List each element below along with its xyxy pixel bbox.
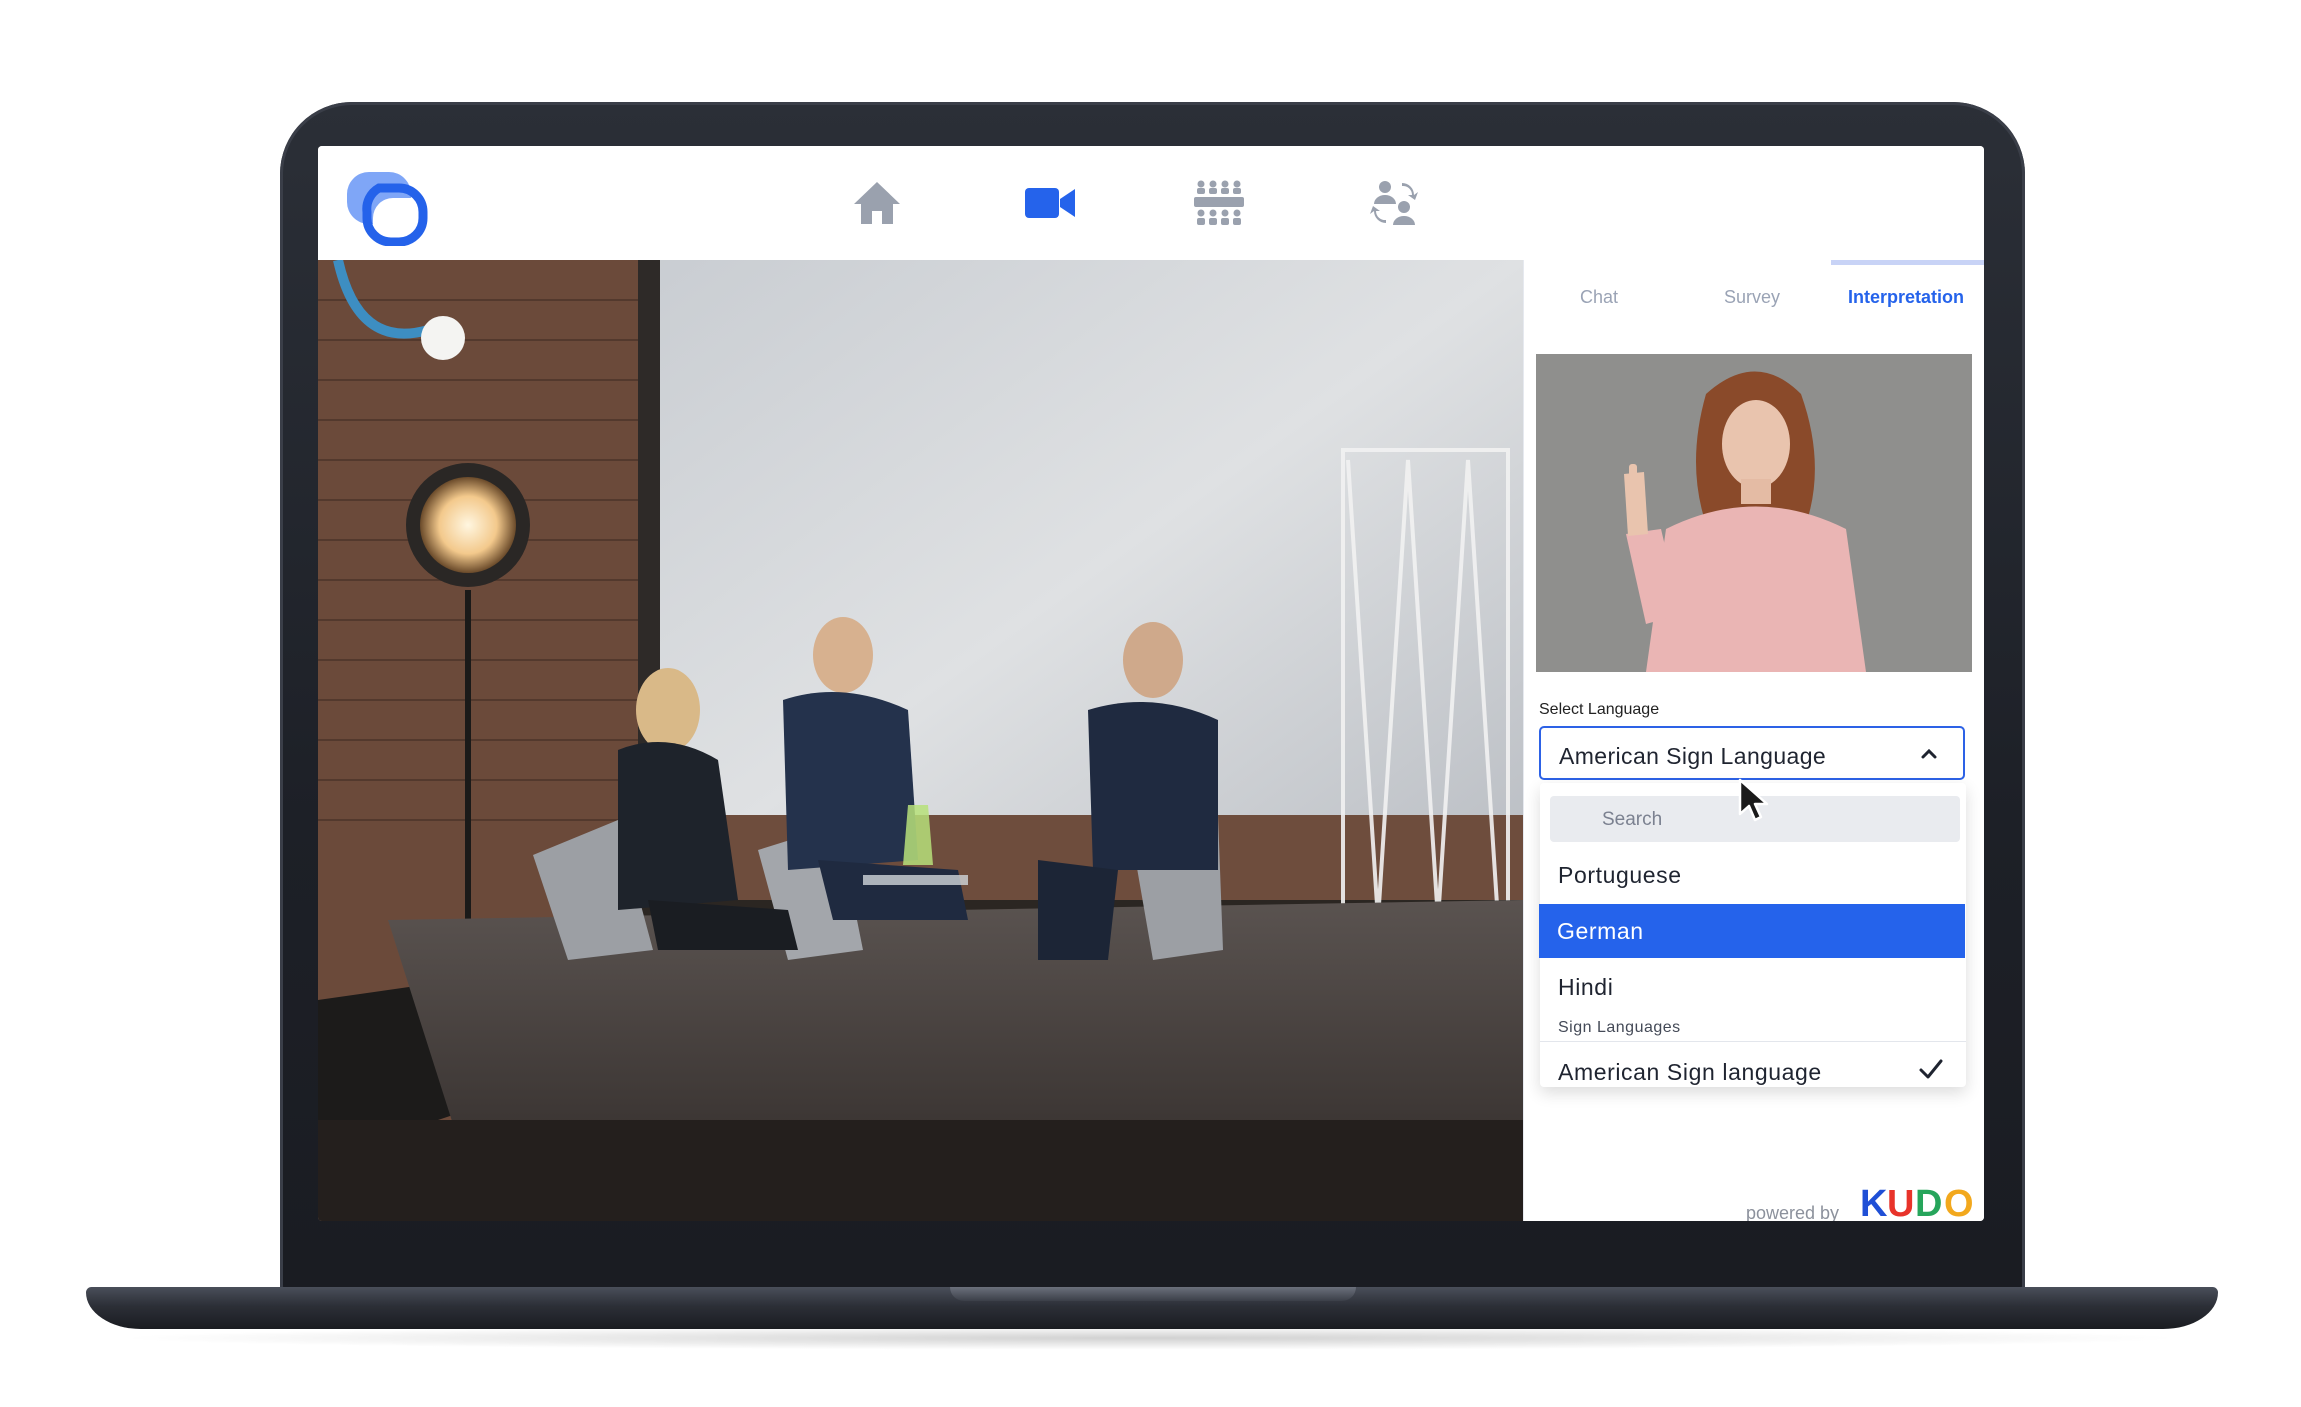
- chevron-up-icon: [1921, 748, 1937, 759]
- select-language-label: Select Language: [1539, 701, 1660, 718]
- mouse-cursor-icon: [1738, 778, 1769, 822]
- checkmark-icon: [1919, 1059, 1943, 1079]
- laptop-notch: [950, 1287, 1356, 1301]
- side-panel: Chat Survey Interpretation Select Langua: [1523, 260, 1984, 1221]
- language-select-value: American Sign Language: [1559, 743, 1827, 769]
- powered-by-text: powered by: [1746, 1203, 1840, 1221]
- laptop-shadow: [110, 1326, 2190, 1350]
- svg-text:O: O: [1944, 1183, 1974, 1221]
- language-option-portuguese[interactable]: Portuguese: [1540, 848, 1966, 902]
- search-placeholder: Search: [1602, 809, 1663, 830]
- tab-survey[interactable]: Survey: [1677, 287, 1827, 308]
- language-option-label: Portuguese: [1558, 862, 1682, 888]
- svg-text:K: K: [1860, 1183, 1888, 1221]
- main-video[interactable]: [318, 260, 1523, 1221]
- tab-chat[interactable]: Chat: [1524, 287, 1674, 308]
- language-option-hindi[interactable]: Hindi: [1540, 960, 1966, 1014]
- language-option-label: American Sign language: [1558, 1059, 1822, 1085]
- sign-languages-group-label: Sign Languages: [1558, 1019, 1681, 1036]
- app-screen: Chat Survey Interpretation Select Langua: [318, 146, 1984, 1221]
- video-camera-icon[interactable]: [1023, 178, 1077, 228]
- svg-text:D: D: [1915, 1183, 1942, 1221]
- app-logo-icon[interactable]: [343, 166, 429, 246]
- stage-scene-image: [318, 260, 1523, 1221]
- kudo-logo: K U D O: [1860, 1183, 1974, 1221]
- dropdown-divider: [1540, 1041, 1966, 1042]
- tab-active-indicator: [1831, 260, 1984, 265]
- networking-icon[interactable]: [1368, 178, 1422, 228]
- language-option-label: German: [1557, 918, 1644, 944]
- tab-interpretation[interactable]: Interpretation: [1831, 287, 1981, 308]
- language-select[interactable]: American Sign Language: [1539, 726, 1965, 780]
- sign-language-interpreter-image: [1536, 354, 1972, 672]
- language-option-label: Hindi: [1558, 974, 1614, 1000]
- language-option-german[interactable]: German: [1539, 904, 1965, 958]
- language-dropdown: Search Portuguese German Hindi Sign Lang…: [1539, 783, 1966, 1087]
- interpreter-video[interactable]: [1536, 354, 1972, 672]
- language-option-american-sign-language[interactable]: American Sign language: [1540, 1045, 1966, 1099]
- app-header: [318, 146, 1984, 260]
- svg-text:U: U: [1887, 1183, 1914, 1221]
- home-icon[interactable]: [850, 178, 904, 228]
- audience-icon[interactable]: [1192, 178, 1246, 228]
